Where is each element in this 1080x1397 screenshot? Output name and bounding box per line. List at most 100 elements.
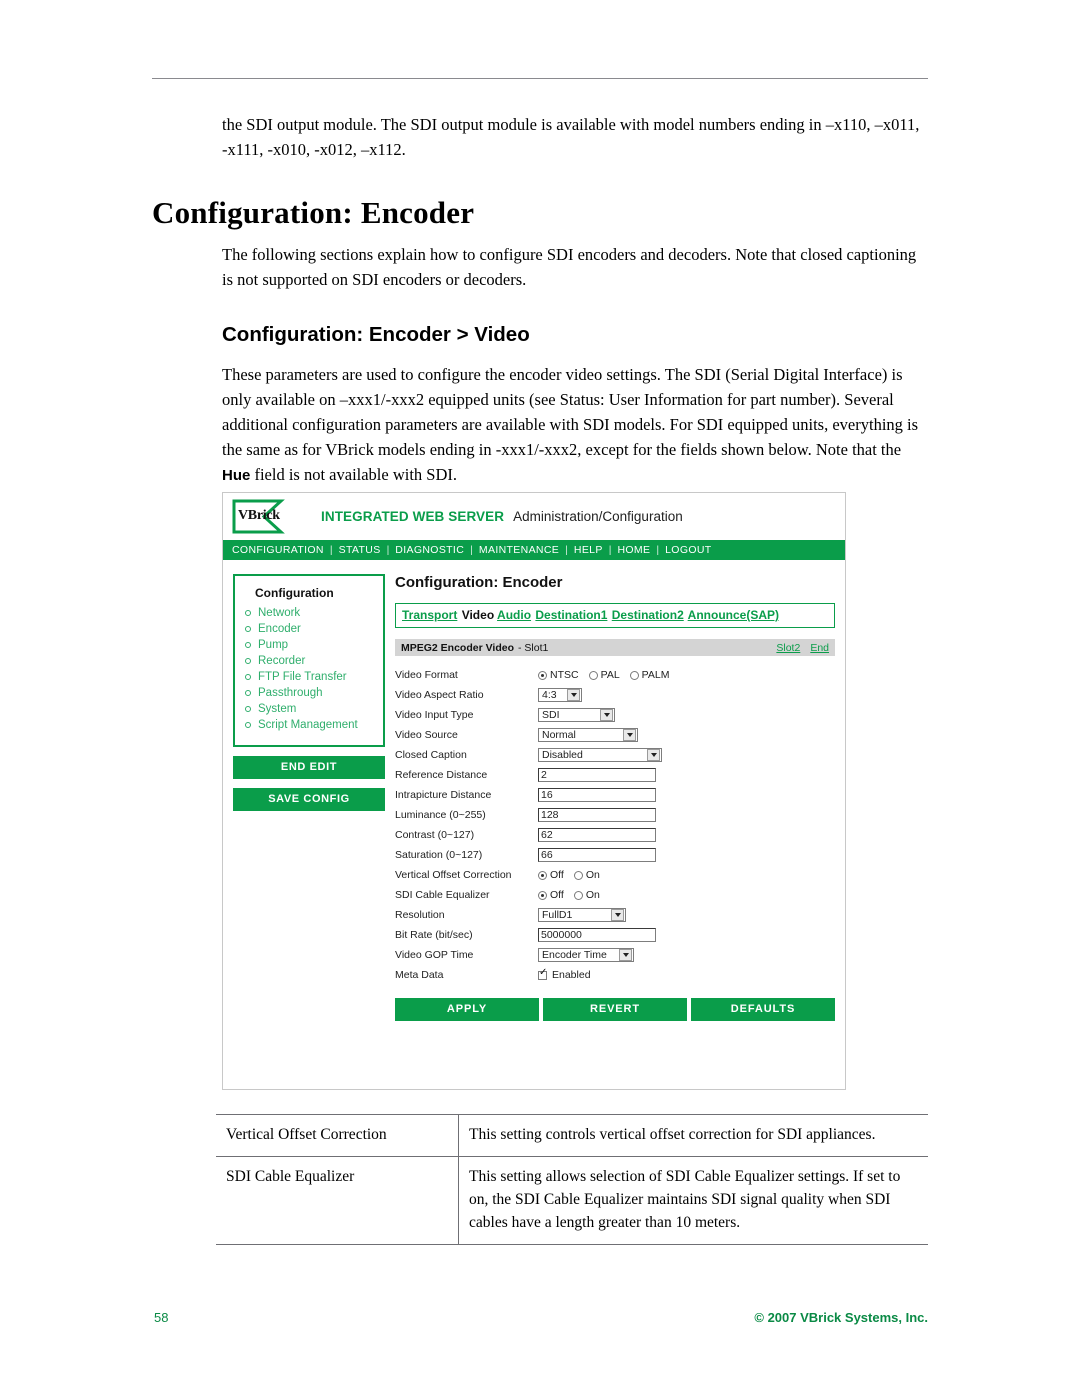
- tab-destination2[interactable]: Destination2: [612, 608, 684, 622]
- field-resolution: Resolution FullD1: [395, 905, 835, 925]
- navbar-item-status[interactable]: STATUS: [339, 544, 381, 556]
- table-cell-description: This setting allows selection of SDI Cab…: [469, 1168, 901, 1231]
- radio-dot-icon: [629, 670, 639, 680]
- tab-bar: Transport Video Audio Destination1 Desti…: [395, 603, 835, 628]
- radio-label: Off: [550, 869, 564, 881]
- intrapicture-distance-input[interactable]: 16: [538, 788, 656, 802]
- document-body: the SDI output module. The SDI output mo…: [152, 112, 928, 488]
- video-aspect-ratio-select[interactable]: 4:3: [538, 688, 582, 702]
- contrast-input[interactable]: 62: [538, 828, 656, 842]
- field-meta-data: Meta Data Enabled: [395, 965, 835, 985]
- radio-palm[interactable]: PALM: [629, 669, 670, 681]
- table-cell-term: SDI Cable Equalizer: [216, 1156, 459, 1245]
- sidebar-item-network[interactable]: Network: [245, 607, 377, 619]
- radio-label: NTSC: [550, 669, 579, 681]
- tab-destination1[interactable]: Destination1: [535, 608, 607, 622]
- navbar-item-help[interactable]: HELP: [574, 544, 603, 556]
- sidebar-item-encoder[interactable]: Encoder: [245, 623, 377, 635]
- field-label: Closed Caption: [395, 749, 467, 761]
- chevron-down-icon: [619, 949, 632, 961]
- table-cell-term: Vertical Offset Correction: [216, 1114, 459, 1157]
- reference-distance-input[interactable]: 2: [538, 768, 656, 782]
- app-body: Configuration Network Encoder Pump Recor…: [223, 560, 845, 1021]
- app-title: INTEGRATED WEB SERVER: [321, 509, 505, 524]
- navbar-separator: |: [656, 544, 660, 556]
- radio-vertical-offset-off[interactable]: Off: [538, 869, 564, 881]
- bit-rate-input[interactable]: 5000000: [538, 928, 656, 942]
- sidebar-item-label: Passthrough: [258, 687, 323, 699]
- radio-label: Off: [550, 889, 564, 901]
- sidebar-item-label: Recorder: [258, 655, 306, 667]
- tab-audio[interactable]: Audio: [497, 608, 531, 622]
- field-luminance: Luminance (0~255) 128: [395, 805, 835, 825]
- main-panel-title: Configuration: Encoder: [395, 574, 563, 591]
- field-sdi-cable-equalizer: SDI Cable Equalizer Off On: [395, 885, 835, 905]
- radio-vertical-offset-on[interactable]: On: [573, 869, 600, 881]
- tab-announce-sap[interactable]: Announce(SAP): [688, 608, 779, 622]
- slot-bar-title: MPEG2 Encoder Video: [401, 641, 515, 654]
- checkbox-check-icon: [538, 968, 547, 980]
- luminance-input[interactable]: 128: [538, 808, 656, 822]
- bullet-icon: [245, 626, 251, 632]
- navbar-item-logout[interactable]: LOGOUT: [665, 544, 711, 556]
- heading1-paragraph: The following sections explain how to co…: [222, 245, 917, 289]
- closed-caption-select[interactable]: Disabled: [538, 748, 662, 762]
- bullet-icon: [245, 690, 251, 696]
- field-label: Video Input Type: [395, 709, 474, 721]
- sidebar-item-label: FTP File Transfer: [258, 671, 347, 683]
- field-video-format: Video Format NTSC PAL PALM: [395, 665, 835, 685]
- field-label: Video GOP Time: [395, 949, 474, 961]
- radio-sdi-equalizer-off[interactable]: Off: [538, 889, 564, 901]
- vbrick-logo-icon: VBrick: [231, 499, 287, 535]
- meta-data-checkbox[interactable]: Enabled: [538, 968, 591, 981]
- sidebar-item-recorder[interactable]: Recorder: [245, 655, 377, 667]
- radio-sdi-equalizer-on[interactable]: On: [573, 889, 600, 901]
- tab-transport[interactable]: Transport: [402, 608, 457, 622]
- select-value: 4:3: [542, 689, 557, 701]
- video-source-select[interactable]: Normal: [538, 728, 638, 742]
- resolution-select[interactable]: FullD1: [538, 908, 626, 922]
- field-label: Meta Data: [395, 969, 444, 981]
- saturation-input[interactable]: 66: [538, 848, 656, 862]
- bullet-icon: [245, 674, 251, 680]
- radio-label: PALM: [641, 669, 670, 681]
- select-value: Normal: [542, 729, 576, 741]
- slot2-link[interactable]: Slot2: [776, 642, 800, 654]
- sidebar-item-pump[interactable]: Pump: [245, 639, 377, 651]
- sidebar-item-script-management[interactable]: Script Management: [245, 719, 377, 731]
- hue-field-emphasis: Hue: [222, 467, 251, 484]
- navbar-item-home[interactable]: HOME: [617, 544, 650, 556]
- navbar-item-configuration[interactable]: CONFIGURATION: [232, 544, 324, 556]
- video-input-type-select[interactable]: SDI: [538, 708, 615, 722]
- end-edit-button[interactable]: END EDIT: [233, 756, 385, 779]
- embedded-screenshot: VBrick INTEGRATED WEB SERVER Administrat…: [222, 492, 846, 1090]
- save-config-button[interactable]: SAVE CONFIG: [233, 788, 385, 811]
- video-gop-time-select[interactable]: Encoder Time: [538, 948, 634, 962]
- paragraph-part-1: These parameters are used to configure t…: [222, 365, 919, 459]
- slot-bar: MPEG2 Encoder Video - Slot1 Slot2 End: [395, 639, 835, 656]
- field-saturation: Saturation (0~127) 66: [395, 845, 835, 865]
- navbar-item-maintenance[interactable]: MAINTENANCE: [479, 544, 559, 556]
- apply-button[interactable]: APPLY: [395, 998, 539, 1021]
- revert-button[interactable]: REVERT: [543, 998, 687, 1021]
- sidebar-item-system[interactable]: System: [245, 703, 377, 715]
- section-heading: Configuration: Encoder > Video: [222, 323, 530, 346]
- radio-ntsc[interactable]: NTSC: [538, 669, 579, 681]
- header-rule: [152, 78, 928, 79]
- field-video-gop-time: Video GOP Time Encoder Time: [395, 945, 835, 965]
- defaults-button[interactable]: DEFAULTS: [691, 998, 835, 1021]
- main-navbar: CONFIGURATION | STATUS | DIAGNOSTIC | MA…: [223, 540, 845, 560]
- app-header: VBrick INTEGRATED WEB SERVER Administrat…: [223, 493, 845, 540]
- chevron-down-icon: [611, 909, 624, 921]
- sidebar-item-passthrough[interactable]: Passthrough: [245, 687, 377, 699]
- tab-video[interactable]: Video: [462, 608, 494, 622]
- radio-pal[interactable]: PAL: [588, 669, 620, 681]
- chevron-down-icon: [623, 729, 636, 741]
- field-video-aspect-ratio: Video Aspect Ratio 4:3: [395, 685, 835, 705]
- copyright-notice: © 2007 VBrick Systems, Inc.: [754, 1310, 928, 1325]
- sidebar-item-label: System: [258, 703, 297, 715]
- sidebar-item-ftp-file-transfer[interactable]: FTP File Transfer: [245, 671, 377, 683]
- navbar-item-diagnostic[interactable]: DIAGNOSTIC: [395, 544, 464, 556]
- radio-dot-icon: [538, 670, 547, 680]
- end-link[interactable]: End: [810, 642, 829, 654]
